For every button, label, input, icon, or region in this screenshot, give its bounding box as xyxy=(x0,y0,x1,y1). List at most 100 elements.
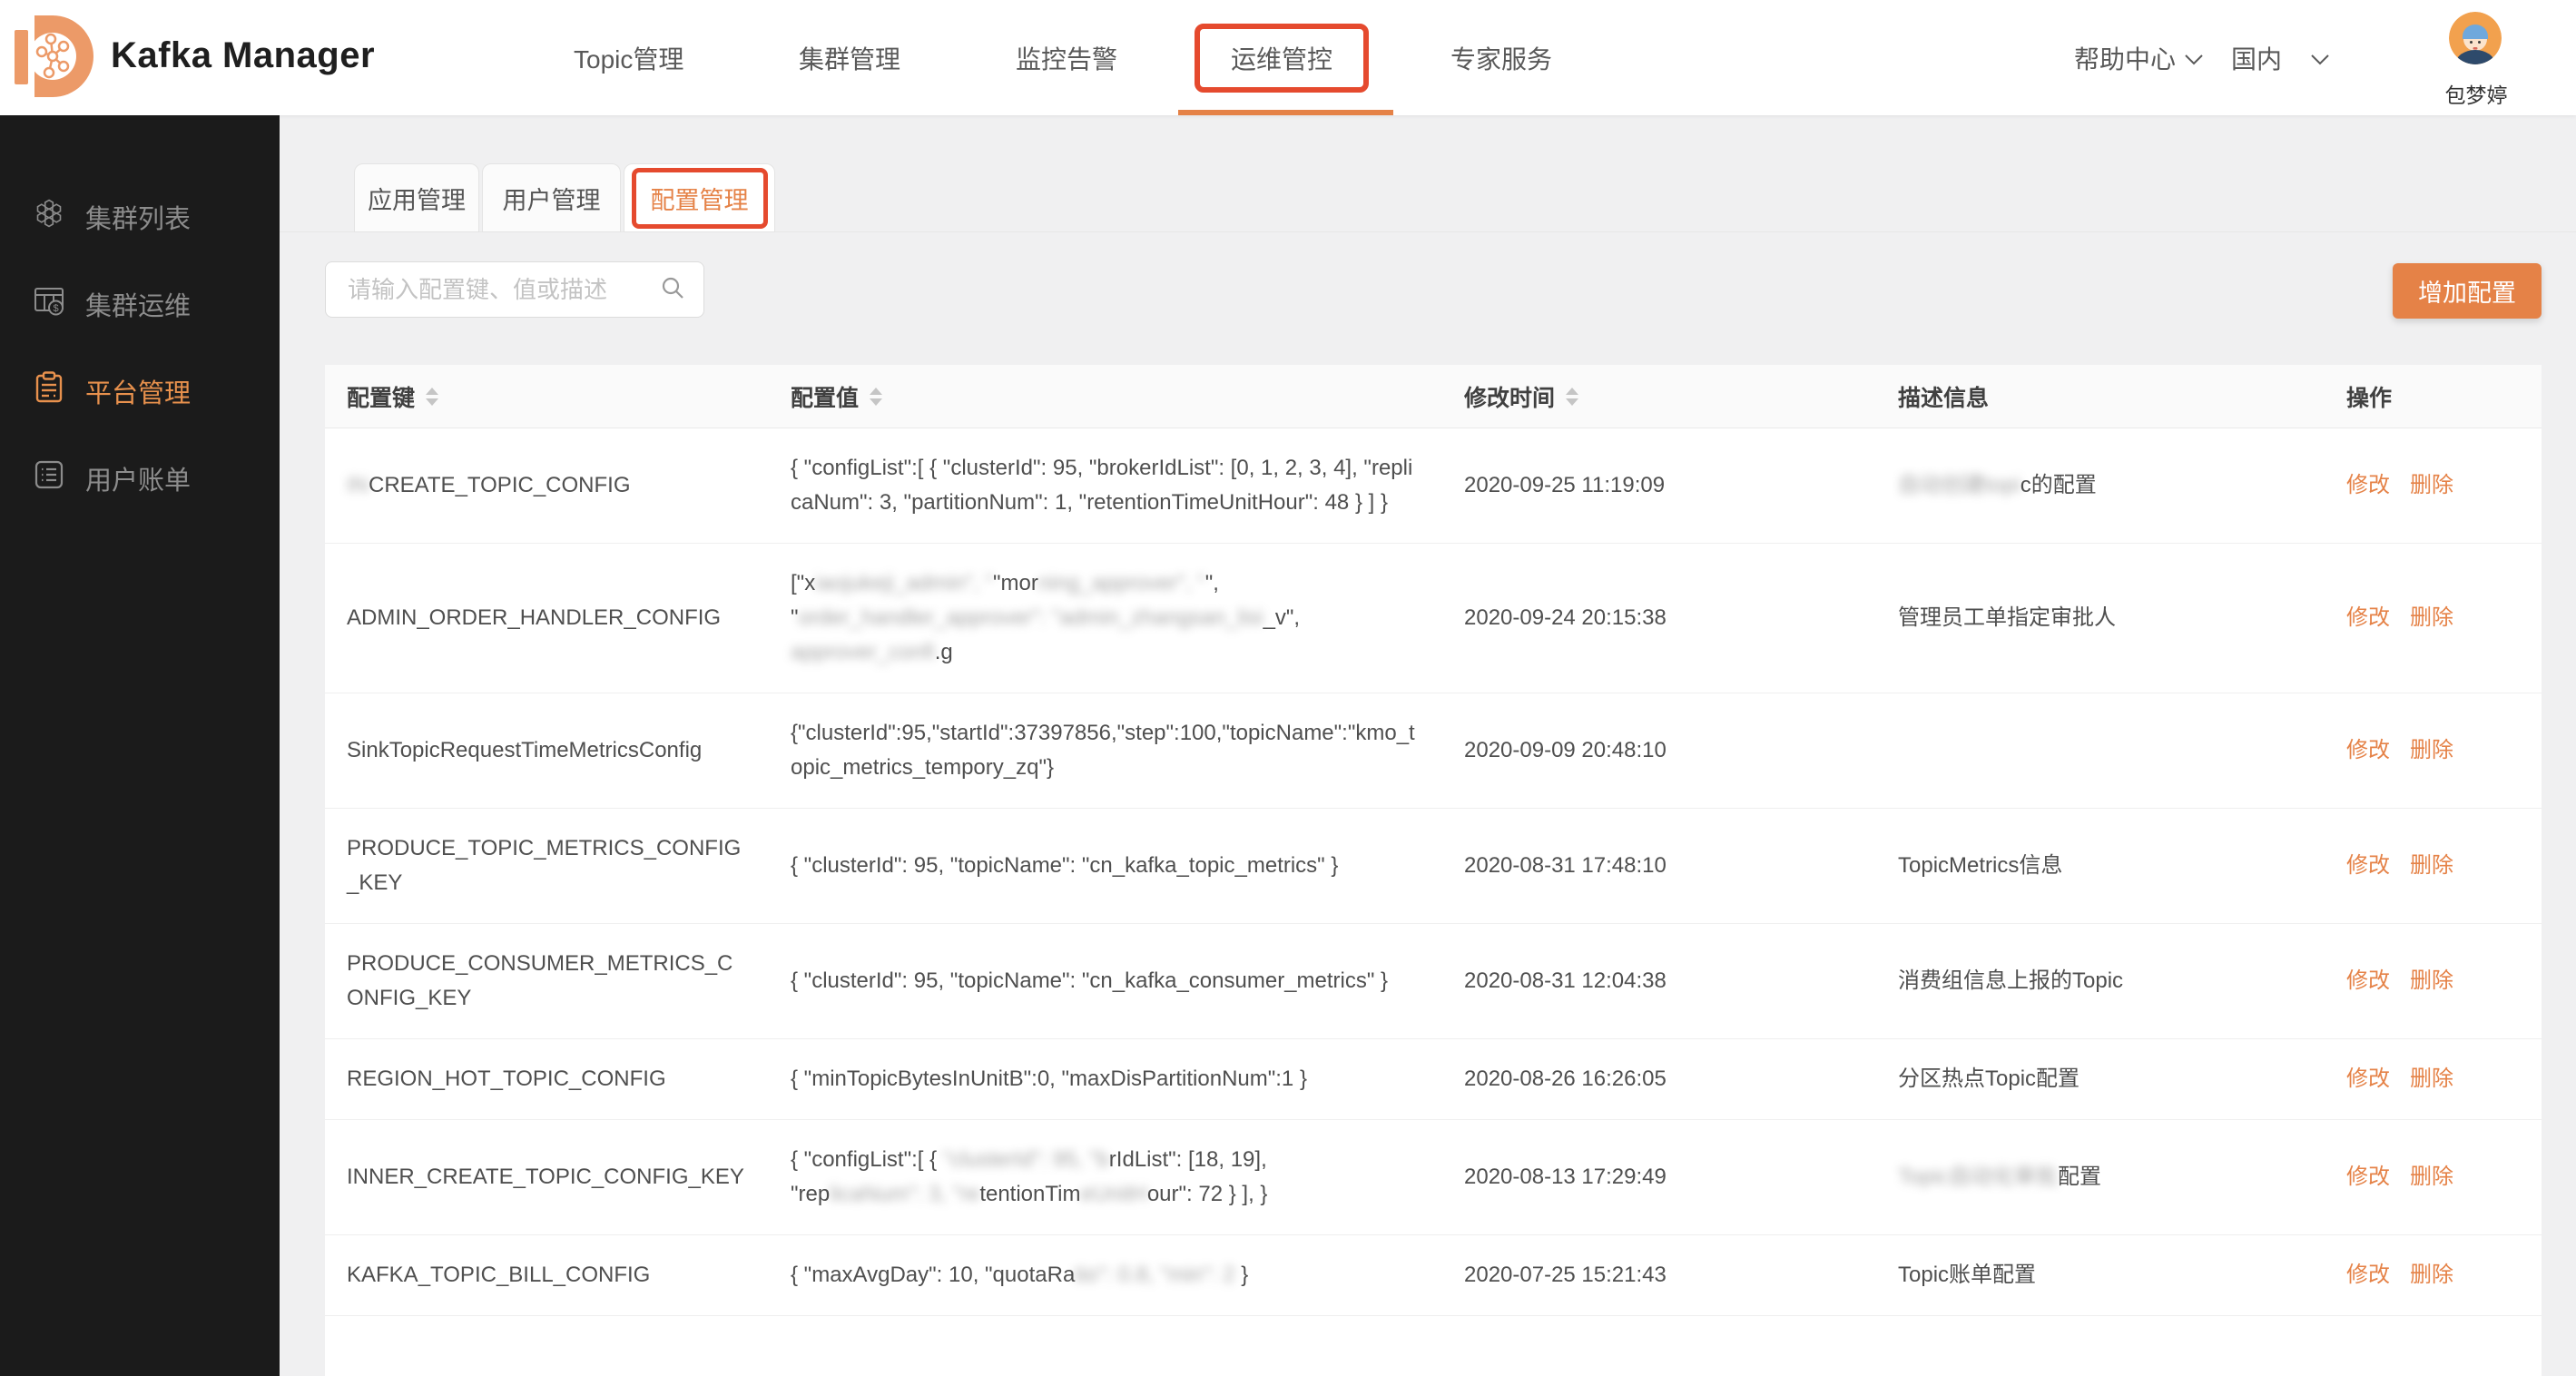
table-row: PRODUCE_CONSUMER_METRICS_CONFIG_KEY { "cl… xyxy=(325,924,2542,1039)
sidebar-item-cluster-ops[interactable]: $ 集群运维 xyxy=(0,260,280,348)
add-config-button[interactable]: 增加配置 xyxy=(2393,263,2542,319)
tab-config-management[interactable]: 配置管理 xyxy=(624,163,775,232)
region-menu[interactable]: 国内 xyxy=(2231,0,2331,115)
delete-link[interactable]: 删除 xyxy=(2410,1062,2453,1096)
edit-link[interactable]: 修改 xyxy=(2346,1160,2390,1194)
column-config-key[interactable]: 配置键 xyxy=(325,380,769,413)
config-value-cell: { "minTopicBytesInUnitB":0, "maxDisParti… xyxy=(791,1066,1307,1091)
nav-item-monitor-alert[interactable]: 监控告警 xyxy=(1016,0,1117,115)
description-cell: Topic自动化审批配置 xyxy=(1898,1165,2102,1189)
config-value-cell: { "clusterId": 95, "topicName": "cn_kafk… xyxy=(791,853,1339,878)
description-cell: TopicMetrics信息 xyxy=(1898,853,2063,878)
region-label: 国内 xyxy=(2231,44,2283,74)
modified-time-cell: 2020-08-31 12:04:38 xyxy=(1464,968,1667,993)
sort-icon[interactable] xyxy=(1566,387,1579,406)
config-key-cell: PRODUCE_TOPIC_METRICS_CONFIG_KEY xyxy=(347,836,742,895)
actions-cell: 修改 删除 xyxy=(2325,446,2542,526)
config-search-box xyxy=(325,261,704,318)
sidebar-item-label: 集群列表 xyxy=(85,205,192,234)
svg-text:$: $ xyxy=(53,303,58,314)
nav-item-cluster-management[interactable]: 集群管理 xyxy=(799,0,900,115)
config-search-input[interactable] xyxy=(348,275,658,304)
delete-link[interactable]: 删除 xyxy=(2410,733,2453,768)
edit-link[interactable]: 修改 xyxy=(2346,601,2390,635)
sidebar-item-user-bill[interactable]: 用户账单 xyxy=(0,435,280,522)
sidebar-item-cluster-list[interactable]: 集群列表 xyxy=(0,173,280,260)
config-key-cell: PRODUCE_CONSUMER_METRICS_CONFIG_KEY xyxy=(347,951,733,1010)
modified-time-cell: 2020-09-24 20:15:38 xyxy=(1464,605,1667,630)
config-key-cell: KAFKA_TOPIC_BILL_CONFIG xyxy=(347,1263,651,1287)
delete-link[interactable]: 删除 xyxy=(2410,849,2453,883)
cluster-list-icon xyxy=(31,195,67,239)
search-icon[interactable] xyxy=(658,273,687,307)
delete-link[interactable]: 删除 xyxy=(2410,1258,2453,1292)
description-cell: 分区热点Topic配置 xyxy=(1898,1066,2080,1091)
sidebar-item-platform-admin[interactable]: 平台管理 xyxy=(0,348,280,435)
actions-cell: 修改 删除 xyxy=(2325,1137,2542,1217)
kafka-manager-logo-icon xyxy=(9,5,100,112)
sidebar: 集群列表 $ 集群运维 平台管理 用户账单 xyxy=(0,115,280,1376)
sort-icon[interactable] xyxy=(870,387,883,406)
column-description: 描述信息 xyxy=(1876,380,2325,413)
table-row: PRODUCE_TOPIC_METRICS_CONFIG_KEY { "clust… xyxy=(325,809,2542,924)
tab-user-management[interactable]: 用户管理 xyxy=(482,163,621,232)
sidebar-item-label: 平台管理 xyxy=(85,379,192,408)
edit-link[interactable]: 修改 xyxy=(2346,468,2390,503)
modified-time-cell: 2020-08-26 16:26:05 xyxy=(1464,1066,1667,1091)
modified-time-cell: 2020-09-09 20:48:10 xyxy=(1464,738,1667,762)
description-cell: 自动创建topic的配置 xyxy=(1898,473,2097,497)
help-center-label: 帮助中心 xyxy=(2074,44,2177,74)
column-modified-time[interactable]: 修改时间 xyxy=(1442,380,1876,413)
table-row: SinkTopicRequestTimeMetricsConfig {"clust… xyxy=(325,693,2542,809)
config-value-cell: { "configList":[ { "clusterId": 95, "bro… xyxy=(791,456,1413,515)
actions-cell: 修改 删除 xyxy=(2325,941,2542,1021)
description-cell: 消费组信息上报的Topic xyxy=(1898,968,2124,993)
config-key-cell: INNER_CREATE_TOPIC_CONFIG_KEY xyxy=(347,1165,744,1189)
chevron-down-icon xyxy=(2309,44,2331,73)
sort-icon[interactable] xyxy=(426,387,439,406)
nav-item-expert-service[interactable]: 专家服务 xyxy=(1450,0,1552,115)
delete-link[interactable]: 删除 xyxy=(2410,964,2453,998)
table-row: INCREATE_TOPIC_CONFIG { "configList":[ { … xyxy=(325,428,2542,544)
column-label: 配置值 xyxy=(791,385,860,411)
edit-link[interactable]: 修改 xyxy=(2346,1062,2390,1096)
edit-link[interactable]: 修改 xyxy=(2346,1258,2390,1292)
column-config-value[interactable]: 配置值 xyxy=(769,380,1442,413)
edit-link[interactable]: 修改 xyxy=(2346,849,2390,883)
nav-item-topic-management[interactable]: Topic管理 xyxy=(574,0,683,115)
app-title: Kafka Manager xyxy=(111,35,376,75)
top-header: Kafka Manager Topic管理 集群管理 监控告警 运维管控 专家服… xyxy=(0,0,2576,115)
page: Kafka Manager Topic管理 集群管理 监控告警 运维管控 专家服… xyxy=(0,0,2576,1376)
delete-link[interactable]: 删除 xyxy=(2410,601,2453,635)
sidebar-item-label: 用户账单 xyxy=(85,467,192,496)
column-label: 描述信息 xyxy=(1898,385,1990,411)
config-key-cell: ADMIN_ORDER_HANDLER_CONFIG xyxy=(347,605,722,630)
config-value-cell: {"clusterId":95,"startId":37397856,"step… xyxy=(791,721,1415,780)
tab-app-management[interactable]: 应用管理 xyxy=(354,163,479,232)
config-key-cell: INCREATE_TOPIC_CONFIG xyxy=(347,473,631,497)
config-value-cell: ["xiaojukeji_admin", ""morning_approver"… xyxy=(791,571,1301,664)
annotation-box-nav: 运维管控 xyxy=(1195,23,1370,93)
table-row: KAFKA_TOPIC_BILL_CONFIG { "maxAvgDay": 10… xyxy=(325,1235,2542,1316)
annotation-box-tab: 配置管理 xyxy=(631,167,768,229)
description-cell xyxy=(1876,728,2325,773)
help-center-menu[interactable]: 帮助中心 xyxy=(2074,0,2205,115)
nav-item-ops-control-label: 运维管控 xyxy=(1231,44,1333,74)
nav-item-ops-control[interactable]: 运维管控 xyxy=(1195,0,1370,115)
active-nav-underline xyxy=(1178,110,1393,115)
edit-link[interactable]: 修改 xyxy=(2346,733,2390,768)
delete-link[interactable]: 删除 xyxy=(2410,1160,2453,1194)
config-value-cell: { "clusterId": 95, "topicName": "cn_kafk… xyxy=(791,968,1389,993)
modified-time-cell: 2020-07-25 15:21:43 xyxy=(1464,1263,1667,1287)
config-table: 配置键 配置值 修改时间 描述信息 操作 INCREATE_TOPIC_CONF… xyxy=(325,365,2542,1376)
edit-link[interactable]: 修改 xyxy=(2346,964,2390,998)
column-label: 操作 xyxy=(2346,385,2393,411)
tab-config-management-label: 配置管理 xyxy=(650,186,749,214)
user-bill-icon xyxy=(31,457,67,500)
user-name: 包梦婷 xyxy=(2444,84,2508,107)
user-avatar[interactable] xyxy=(2449,12,2502,64)
actions-cell: 修改 删除 xyxy=(2325,826,2542,906)
modified-time-cell: 2020-08-13 17:29:49 xyxy=(1464,1165,1667,1189)
delete-link[interactable]: 删除 xyxy=(2410,468,2453,503)
table-body: INCREATE_TOPIC_CONFIG { "configList":[ { … xyxy=(325,428,2542,1316)
